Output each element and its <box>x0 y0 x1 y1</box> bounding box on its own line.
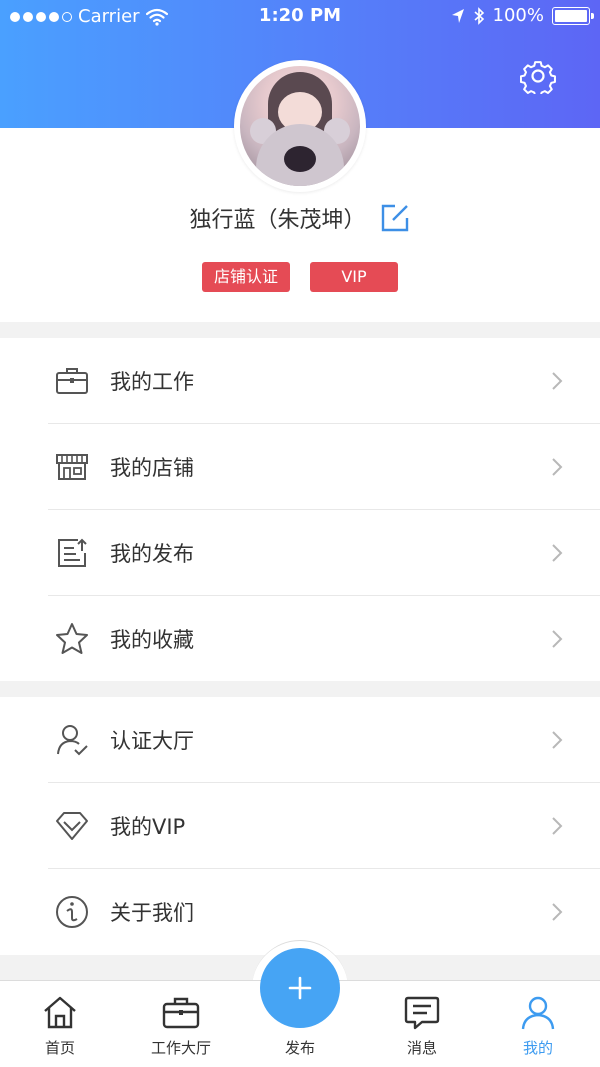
tab-home[interactable]: 首页 <box>0 981 120 1067</box>
menu-item-my-posts[interactable]: 我的发布 <box>0 510 600 596</box>
tab-label: 发布 <box>284 1039 315 1057</box>
tab-label: 工作大厅 <box>150 1039 211 1057</box>
status-right: 100% <box>451 5 594 26</box>
menu-item-verification-hall[interactable]: 认证大厅 <box>0 697 600 783</box>
edit-icon <box>381 204 408 232</box>
chevron-right-icon <box>552 630 563 648</box>
publish-icon <box>58 538 87 567</box>
status-bar: Carrier 1:20 PM 100% <box>0 0 600 32</box>
vip-badge: VIP <box>310 262 398 292</box>
tab-label: 我的 <box>522 1039 553 1057</box>
menu-item-my-favorites[interactable]: 我的收藏 <box>0 596 600 682</box>
message-icon <box>404 996 440 1030</box>
chevron-right-icon <box>552 544 563 562</box>
menu-group-about: 认证大厅 我的VIP 关于我们 <box>0 697 600 955</box>
menu-item-my-work[interactable]: 我的工作 <box>0 338 600 424</box>
publish-fab-button[interactable] <box>260 948 340 1028</box>
chevron-right-icon <box>552 731 563 749</box>
avatar[interactable] <box>234 60 366 192</box>
star-icon <box>56 623 88 654</box>
user-verified-icon <box>57 725 88 756</box>
tab-messages[interactable]: 消息 <box>362 981 482 1067</box>
tab-label: 消息 <box>406 1039 437 1057</box>
user-icon <box>521 996 555 1030</box>
menu-item-my-vip[interactable]: 我的VIP <box>0 783 600 869</box>
menu-label: 我的店铺 <box>110 456 194 480</box>
battery-icon <box>552 6 594 25</box>
store-verified-badge: 店铺认证 <box>202 262 290 292</box>
settings-button[interactable] <box>518 56 558 96</box>
menu-label: 我的收藏 <box>110 628 194 652</box>
chevron-right-icon <box>552 817 563 835</box>
menu-group-account: 我的工作 我的店铺 我的发布 我的收藏 <box>0 338 600 681</box>
menu-label: 我的工作 <box>110 370 194 394</box>
edit-profile-button[interactable] <box>379 202 411 234</box>
tab-me[interactable]: 我的 <box>478 981 598 1067</box>
battery-percent: 100% <box>492 5 544 26</box>
plus-icon <box>288 976 312 1000</box>
avatar-photo <box>240 66 360 186</box>
tab-label: 首页 <box>44 1039 75 1057</box>
gear-icon <box>520 61 556 94</box>
menu-label: 我的VIP <box>110 815 186 839</box>
profile-badges: 店铺认证 VIP <box>0 262 600 292</box>
menu-label: 我的发布 <box>110 542 194 566</box>
chevron-right-icon <box>552 372 563 390</box>
store-icon <box>56 454 88 480</box>
diamond-icon <box>56 812 88 840</box>
location-arrow-icon <box>451 8 464 23</box>
briefcase-icon <box>162 997 200 1029</box>
bluetooth-icon <box>474 6 484 25</box>
info-icon <box>56 896 88 928</box>
chevron-right-icon <box>552 903 563 921</box>
home-icon <box>44 996 76 1029</box>
profile-name-row: 独行蓝（朱茂坤） <box>0 202 600 234</box>
menu-item-my-store[interactable]: 我的店铺 <box>0 424 600 510</box>
profile-name: 独行蓝（朱茂坤） <box>189 208 366 233</box>
menu-label: 关于我们 <box>110 901 194 925</box>
tab-work-hall[interactable]: 工作大厅 <box>121 981 241 1067</box>
menu-label: 认证大厅 <box>110 729 194 753</box>
chevron-right-icon <box>552 458 563 476</box>
briefcase-icon <box>56 368 88 394</box>
